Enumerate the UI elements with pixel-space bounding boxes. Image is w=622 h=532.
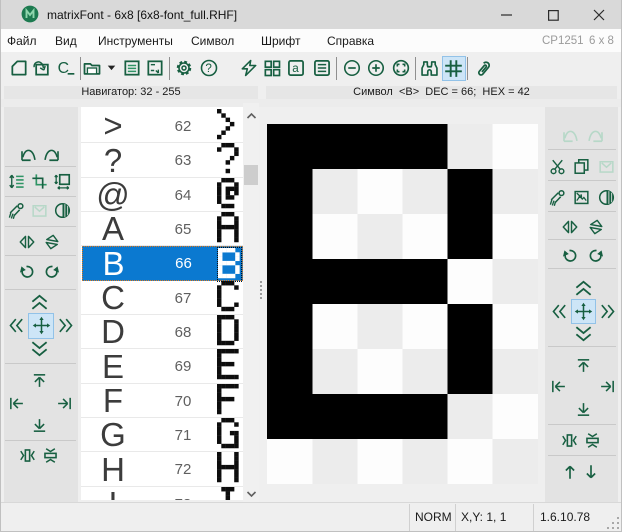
svg-text:?: ? <box>205 62 212 75</box>
svg-text:C: C <box>58 60 69 77</box>
svg-text:a: a <box>292 62 299 75</box>
